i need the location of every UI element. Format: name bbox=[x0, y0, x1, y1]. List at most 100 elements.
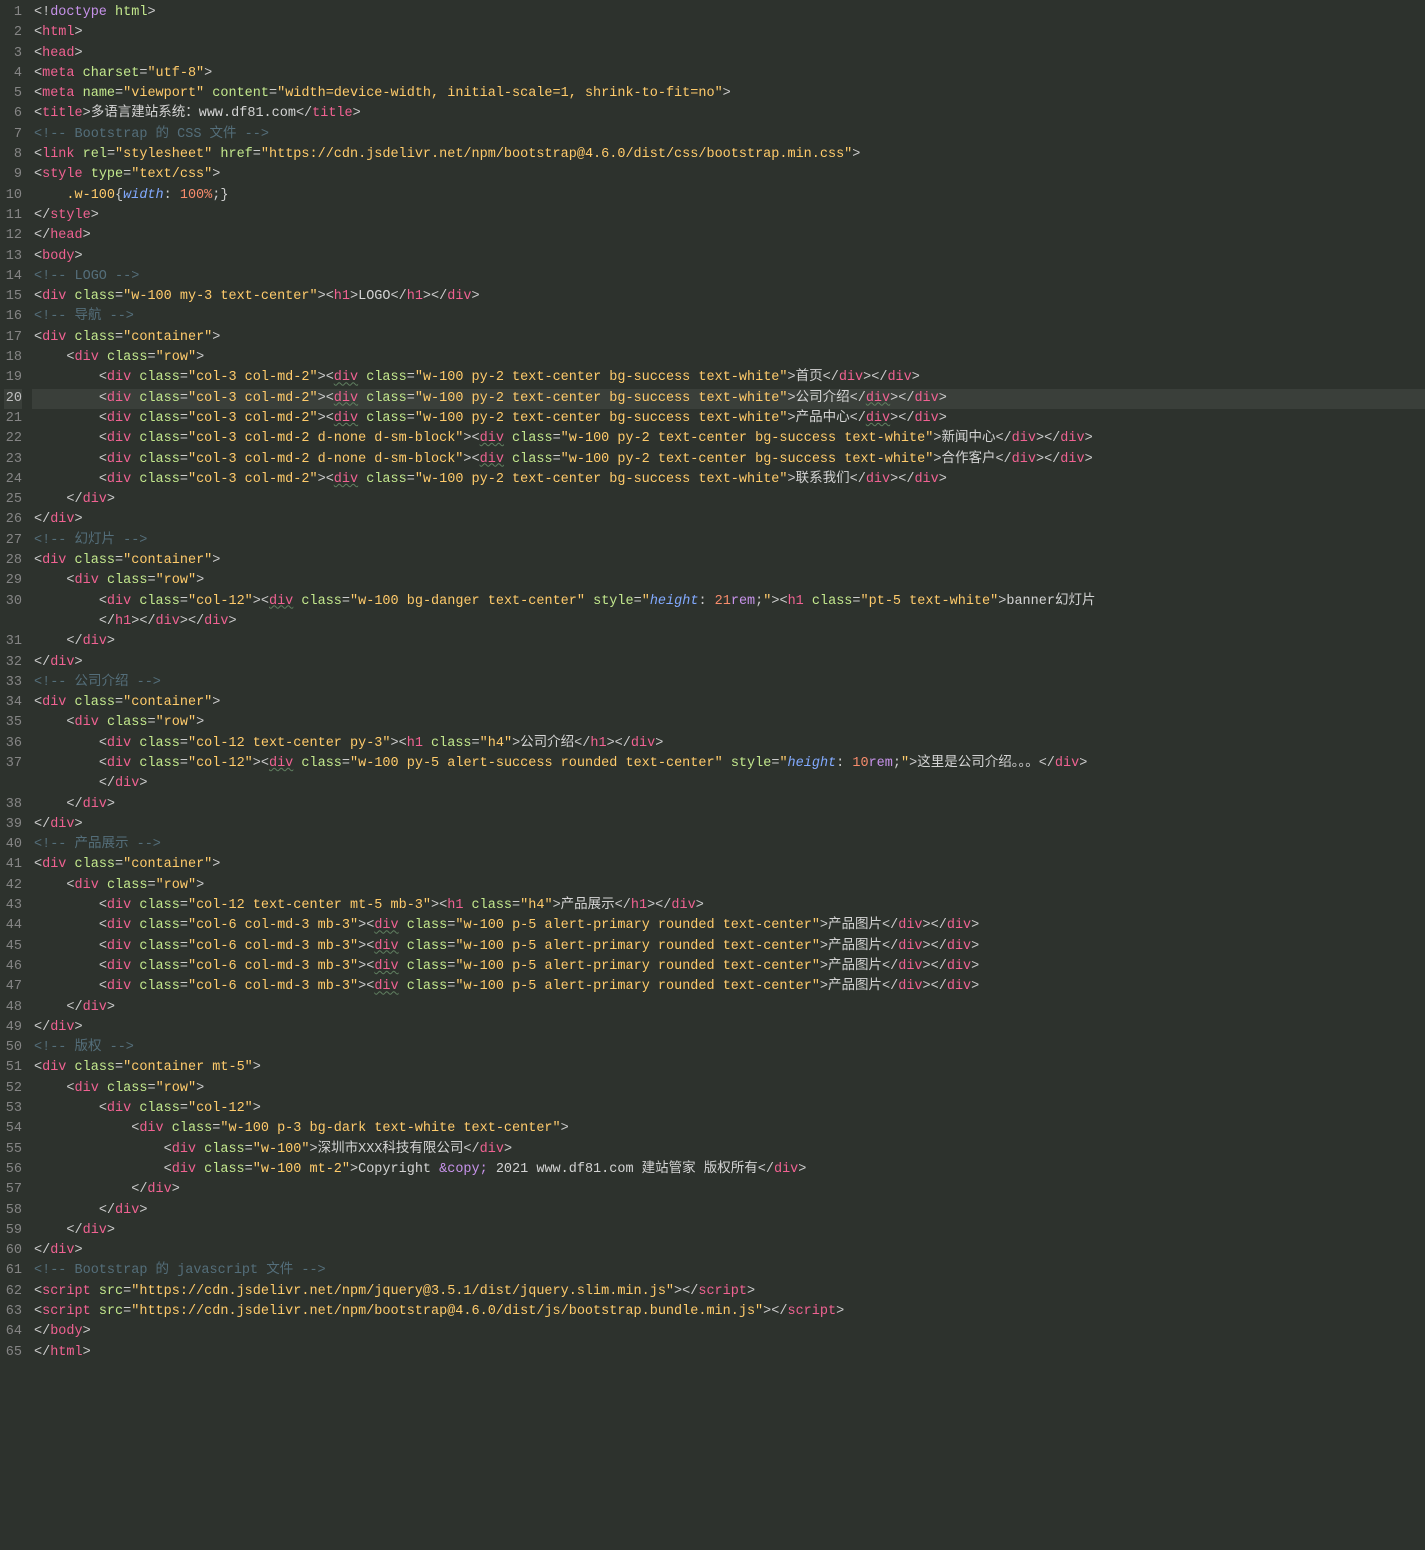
line-number[interactable]: 53 bbox=[4, 1099, 22, 1119]
code-line[interactable]: <div class="w-100 p-3 bg-dark text-white… bbox=[32, 1119, 1425, 1139]
code-line[interactable]: <style type="text/css"> bbox=[32, 165, 1425, 185]
line-number[interactable]: 6 bbox=[4, 104, 22, 124]
line-number[interactable]: 22 bbox=[4, 429, 22, 449]
code-line[interactable]: </html> bbox=[32, 1343, 1425, 1363]
line-number[interactable]: 24 bbox=[4, 470, 22, 490]
line-number[interactable]: 27 bbox=[4, 531, 22, 551]
line-number[interactable]: 8 bbox=[4, 145, 22, 165]
line-number[interactable]: 65 bbox=[4, 1343, 22, 1363]
line-number[interactable]: 23 bbox=[4, 450, 22, 470]
line-number[interactable]: 7 bbox=[4, 125, 22, 145]
code-line[interactable]: <div class="col-6 col-md-3 mb-3"><div cl… bbox=[32, 977, 1425, 997]
code-line[interactable]: <div class="col-3 col-md-2"><div class="… bbox=[32, 368, 1425, 388]
line-number[interactable]: 28 bbox=[4, 551, 22, 571]
code-line[interactable]: <div class="col-6 col-md-3 mb-3"><div cl… bbox=[32, 916, 1425, 936]
line-number[interactable]: 48 bbox=[4, 998, 22, 1018]
line-number[interactable]: 17 bbox=[4, 328, 22, 348]
code-line[interactable]: <!-- Bootstrap 的 CSS 文件 --> bbox=[32, 125, 1425, 145]
code-line[interactable]: </div> bbox=[32, 1018, 1425, 1038]
line-number[interactable]: 4 bbox=[4, 64, 22, 84]
line-number[interactable]: 18 bbox=[4, 348, 22, 368]
code-line[interactable]: <div class="container"> bbox=[32, 855, 1425, 875]
code-line[interactable]: <!-- Bootstrap 的 javascript 文件 --> bbox=[32, 1261, 1425, 1281]
code-line[interactable]: <div class="row"> bbox=[32, 348, 1425, 368]
line-number[interactable] bbox=[4, 612, 22, 632]
code-line[interactable]: </div> bbox=[32, 510, 1425, 530]
line-number[interactable]: 31 bbox=[4, 632, 22, 652]
code-line[interactable]: </h1></div></div> bbox=[32, 612, 1425, 632]
line-number[interactable]: 15 bbox=[4, 287, 22, 307]
code-line[interactable]: <!-- 产品展示 --> bbox=[32, 835, 1425, 855]
code-line[interactable]: <div class="w-100 mt-2">Copyright &copy;… bbox=[32, 1160, 1425, 1180]
line-number[interactable]: 55 bbox=[4, 1140, 22, 1160]
code-line[interactable]: <!-- LOGO --> bbox=[32, 267, 1425, 287]
code-line[interactable]: <div class="w-100 my-3 text-center"><h1>… bbox=[32, 287, 1425, 307]
line-number[interactable]: 58 bbox=[4, 1201, 22, 1221]
code-line[interactable]: <div class="col-12 text-center mt-5 mb-3… bbox=[32, 896, 1425, 916]
code-line[interactable]: </div> bbox=[32, 653, 1425, 673]
line-number[interactable]: 3 bbox=[4, 44, 22, 64]
line-number[interactable]: 43 bbox=[4, 896, 22, 916]
line-number[interactable] bbox=[4, 774, 22, 794]
code-line[interactable]: </div> bbox=[32, 490, 1425, 510]
line-number[interactable]: 59 bbox=[4, 1221, 22, 1241]
line-number[interactable]: 14 bbox=[4, 267, 22, 287]
code-line[interactable]: .w-100{width: 100%;} bbox=[32, 186, 1425, 206]
line-number[interactable]: 63 bbox=[4, 1302, 22, 1322]
line-number[interactable]: 64 bbox=[4, 1322, 22, 1342]
code-line[interactable]: <script src="https://cdn.jsdelivr.net/np… bbox=[32, 1302, 1425, 1322]
code-line[interactable]: <div class="row"> bbox=[32, 713, 1425, 733]
line-number[interactable]: 33 bbox=[4, 673, 22, 693]
line-number[interactable]: 56 bbox=[4, 1160, 22, 1180]
code-line[interactable]: <div class="col-12"><div class="w-100 py… bbox=[32, 754, 1425, 774]
line-number[interactable]: 51 bbox=[4, 1058, 22, 1078]
line-number[interactable]: 36 bbox=[4, 734, 22, 754]
code-line[interactable]: <div class="col-3 col-md-2"><div class="… bbox=[32, 389, 1425, 409]
line-number[interactable]: 20 bbox=[4, 389, 22, 409]
line-number[interactable]: 25 bbox=[4, 490, 22, 510]
line-number[interactable]: 29 bbox=[4, 571, 22, 591]
line-number[interactable]: 9 bbox=[4, 165, 22, 185]
line-number[interactable]: 60 bbox=[4, 1241, 22, 1261]
line-number[interactable]: 13 bbox=[4, 247, 22, 267]
code-line[interactable]: <meta charset="utf-8"> bbox=[32, 64, 1425, 84]
code-line[interactable]: <link rel="stylesheet" href="https://cdn… bbox=[32, 145, 1425, 165]
code-line[interactable]: <script src="https://cdn.jsdelivr.net/np… bbox=[32, 1282, 1425, 1302]
code-line[interactable]: <!-- 导航 --> bbox=[32, 307, 1425, 327]
line-number[interactable]: 46 bbox=[4, 957, 22, 977]
code-line[interactable]: </div> bbox=[32, 1221, 1425, 1241]
line-number[interactable]: 41 bbox=[4, 855, 22, 875]
code-line[interactable]: <div class="container"> bbox=[32, 693, 1425, 713]
line-number[interactable]: 62 bbox=[4, 1282, 22, 1302]
code-line[interactable]: <html> bbox=[32, 23, 1425, 43]
code-line[interactable]: <div class="col-12"><div class="w-100 bg… bbox=[32, 592, 1425, 612]
code-line[interactable]: </div> bbox=[32, 774, 1425, 794]
line-number[interactable]: 1 bbox=[4, 3, 22, 23]
code-line[interactable]: <div class="row"> bbox=[32, 571, 1425, 591]
code-line[interactable]: <!-- 版权 --> bbox=[32, 1038, 1425, 1058]
line-number[interactable]: 35 bbox=[4, 713, 22, 733]
line-number[interactable]: 32 bbox=[4, 653, 22, 673]
line-number[interactable]: 61 bbox=[4, 1261, 22, 1281]
code-line[interactable]: <head> bbox=[32, 44, 1425, 64]
code-line[interactable]: <div class="container mt-5"> bbox=[32, 1058, 1425, 1078]
line-number[interactable]: 5 bbox=[4, 84, 22, 104]
code-line[interactable]: <body> bbox=[32, 247, 1425, 267]
line-number[interactable]: 21 bbox=[4, 409, 22, 429]
code-line[interactable]: <div class="container"> bbox=[32, 328, 1425, 348]
code-line[interactable]: <meta name="viewport" content="width=dev… bbox=[32, 84, 1425, 104]
line-number[interactable]: 30 bbox=[4, 592, 22, 612]
code-line[interactable]: <div class="container"> bbox=[32, 551, 1425, 571]
code-line[interactable]: </div> bbox=[32, 1241, 1425, 1261]
code-line[interactable]: <div class="col-3 col-md-2"><div class="… bbox=[32, 409, 1425, 429]
line-number[interactable]: 19 bbox=[4, 368, 22, 388]
line-number[interactable]: 39 bbox=[4, 815, 22, 835]
code-line[interactable]: <div class="row"> bbox=[32, 876, 1425, 896]
line-number[interactable]: 50 bbox=[4, 1038, 22, 1058]
line-number[interactable]: 42 bbox=[4, 876, 22, 896]
code-line[interactable]: <!-- 公司介绍 --> bbox=[32, 673, 1425, 693]
line-number[interactable]: 44 bbox=[4, 916, 22, 936]
code-line[interactable]: <div class="col-12 text-center py-3"><h1… bbox=[32, 734, 1425, 754]
code-line[interactable]: <!doctype html> bbox=[32, 3, 1425, 23]
line-number[interactable]: 16 bbox=[4, 307, 22, 327]
